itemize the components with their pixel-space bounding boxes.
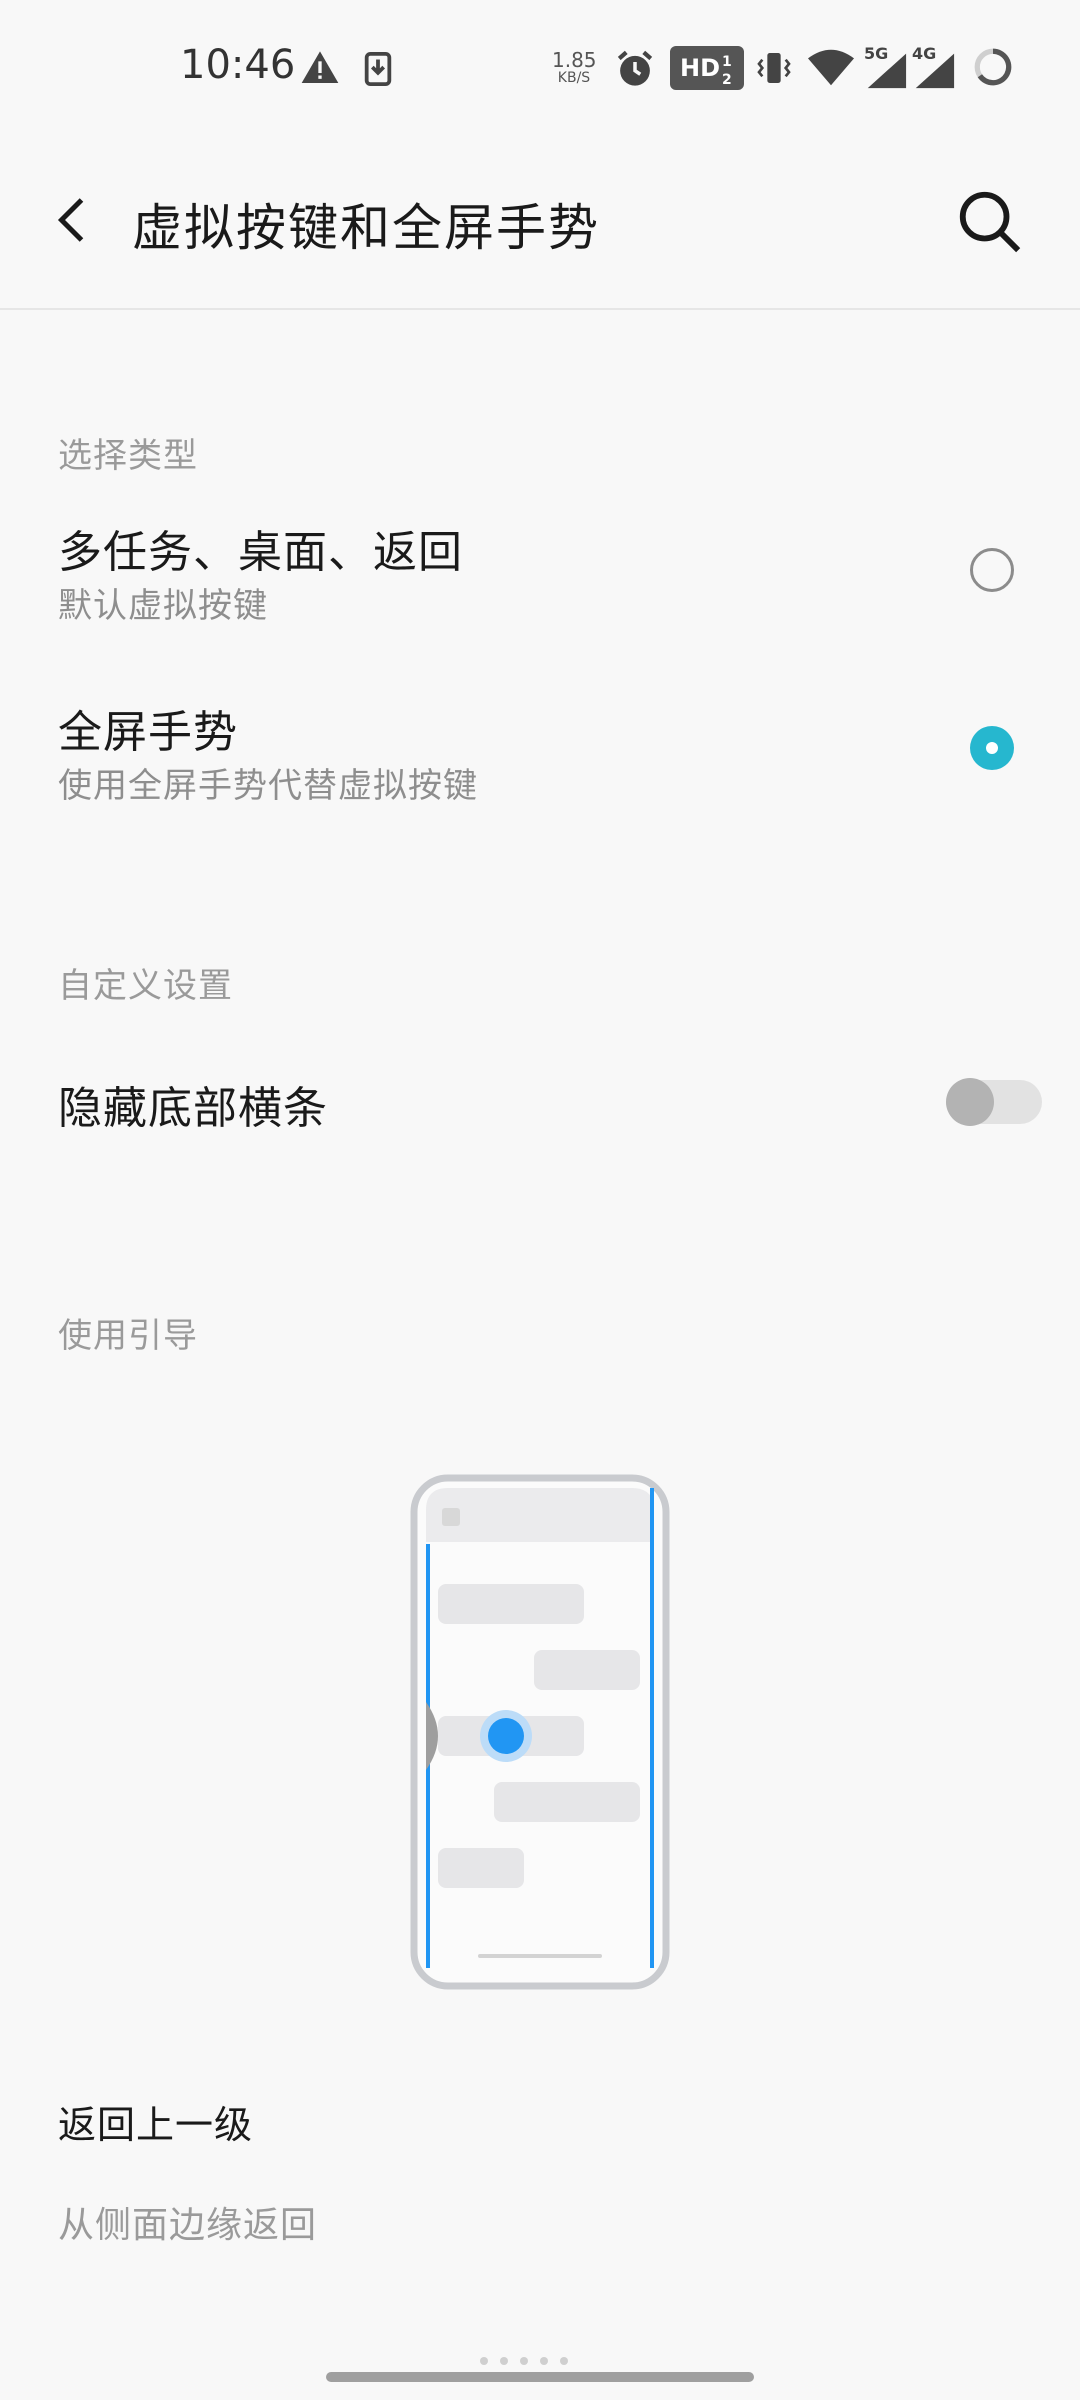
app-bar-divider xyxy=(0,308,1080,310)
signal-4g-label: 4G xyxy=(912,44,937,63)
status-bar: 10:46 1.85 KB/S HD 1 2 5G 4G xyxy=(0,0,1080,136)
net-speed: 1.85 KB/S xyxy=(552,48,597,86)
signal-5g-label: 5G xyxy=(864,44,889,63)
toggle-knob xyxy=(946,1078,994,1126)
page-indicator xyxy=(480,2350,600,2365)
option-three-button-nav[interactable]: 多任务、桌面、返回 默认虚拟按键 xyxy=(0,516,1080,686)
gesture-nav-handle[interactable] xyxy=(326,2372,754,2382)
guide-title: 返回上一级 xyxy=(58,2103,254,2147)
back-arrow-icon[interactable] xyxy=(44,190,104,250)
option-title: 全屏手势 xyxy=(58,707,238,758)
section-custom-settings: 自定义设置 xyxy=(58,966,233,1006)
status-time: 10:46 xyxy=(180,42,296,88)
warning-icon xyxy=(301,51,339,83)
section-usage-guide: 使用引导 xyxy=(58,1316,198,1356)
option-title: 多任务、桌面、返回 xyxy=(58,527,463,578)
hd-voice-icon: HD 1 2 xyxy=(670,46,744,90)
search-icon[interactable] xyxy=(954,186,1024,256)
hide-bottom-bar-toggle[interactable] xyxy=(946,1078,1042,1126)
option-subtitle: 默认虚拟按键 xyxy=(58,586,268,626)
option-subtitle: 使用全屏手势代替虚拟按键 xyxy=(58,766,478,806)
option-fullscreen-gestures[interactable]: 全屏手势 使用全屏手势代替虚拟按键 xyxy=(0,696,1080,866)
page-dot xyxy=(560,2357,568,2365)
page-dot xyxy=(520,2357,528,2365)
vibrate-icon xyxy=(757,53,791,83)
guide-description: 从侧面边缘返回 xyxy=(58,2205,318,2246)
download-icon xyxy=(364,52,392,86)
alarm-icon xyxy=(617,50,653,86)
battery-ring-icon xyxy=(974,48,1012,86)
page-dot xyxy=(500,2357,508,2365)
radio-unselected[interactable] xyxy=(970,548,1014,592)
radio-selected[interactable] xyxy=(970,726,1014,770)
app-bar: 虚拟按键和全屏手势 xyxy=(0,136,1080,310)
wifi-icon xyxy=(808,49,854,86)
hide-bottom-bar-label: 隐藏底部横条 xyxy=(58,1083,328,1134)
gesture-illustration xyxy=(410,1474,670,1990)
page-dot xyxy=(480,2357,488,2365)
page-dot xyxy=(540,2357,548,2365)
page-title: 虚拟按键和全屏手势 xyxy=(132,199,600,257)
section-select-type: 选择类型 xyxy=(58,436,198,476)
